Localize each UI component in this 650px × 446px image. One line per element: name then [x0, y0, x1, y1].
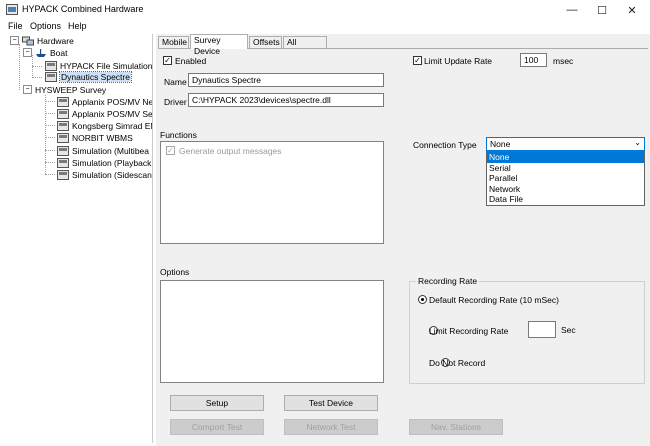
default-recording-rate-radio[interactable] [418, 295, 427, 304]
menu-file[interactable]: File [8, 21, 23, 31]
limit-update-rate-checkbox[interactable]: ✓ [413, 56, 422, 65]
hardware-tree[interactable]: − Hardware − Boat HYPACK File Simulation… [4, 34, 153, 443]
tree-item-hypack-file-simulation[interactable]: HYPACK File Simulation [45, 60, 152, 71]
device-icon [57, 169, 69, 180]
tab-all-offsets[interactable]: All Offsets [283, 36, 327, 58]
dropdown-option-data-file[interactable]: Data File [487, 194, 644, 205]
test-device-button[interactable]: Test Device [284, 395, 378, 411]
tree-item-hysweep[interactable]: Applanix POS/MV Ser [57, 108, 152, 119]
device-icon [57, 157, 69, 168]
nav-stations-button[interactable]: Nav. Stations [409, 419, 503, 435]
tab-content [158, 48, 648, 444]
dropdown-option-serial[interactable]: Serial [487, 163, 644, 174]
setup-button[interactable]: Setup [170, 395, 264, 411]
dropdown-option-parallel[interactable]: Parallel [487, 173, 644, 184]
functions-label: Functions [160, 130, 197, 140]
tab-offsets[interactable]: Offsets [249, 36, 282, 48]
comport-test-button[interactable]: Comport Test [170, 419, 264, 435]
generate-output-checkbox[interactable]: ✓ [166, 146, 175, 155]
connection-type-select[interactable]: None ⌄ [486, 137, 645, 151]
dropdown-option-none[interactable]: None [487, 152, 644, 163]
limit-update-rate-label: Limit Update Rate [424, 56, 493, 66]
tree-item-hysweep[interactable]: Kongsberg Simrad EM [57, 120, 152, 131]
tree-item-hysweep[interactable]: NORBIT WBMS [57, 132, 133, 143]
tree-item-hysweep[interactable]: Simulation (Multibea [57, 145, 149, 156]
do-not-record-label: Do Not Record [429, 358, 486, 368]
limit-recording-rate-label: Limit Recording Rate [429, 326, 509, 336]
device-icon [45, 60, 57, 71]
options-label: Options [160, 267, 190, 277]
recording-rate-label: Recording Rate [416, 276, 480, 286]
options-list[interactable] [160, 280, 384, 383]
tab-survey-device[interactable]: Survey Device [190, 34, 248, 56]
connection-type-value: None [490, 139, 511, 149]
device-icon [57, 132, 69, 143]
msec-label: msec [553, 56, 574, 66]
tree-node-boat[interactable]: − Boat [23, 47, 68, 58]
device-icon [57, 145, 69, 156]
boat-icon [36, 48, 46, 57]
app-icon [6, 4, 18, 15]
device-icon [57, 108, 69, 119]
dropdown-option-network[interactable]: Network [487, 184, 644, 195]
minimize-button[interactable]: — [557, 0, 587, 20]
connection-type-label: Connection Type [413, 140, 477, 150]
functions-list[interactable] [160, 141, 384, 244]
network-test-button[interactable]: Network Test [284, 419, 378, 435]
window-title: HYPACK Combined Hardware [22, 4, 144, 14]
tree-node-hardware[interactable]: − Hardware [10, 35, 74, 46]
name-input[interactable]: Dynautics Spectre [188, 73, 384, 87]
sec-label: Sec [561, 325, 576, 335]
default-recording-rate-label: Default Recording Rate (10 mSec) [429, 295, 559, 305]
collapse-icon[interactable]: − [23, 48, 32, 57]
tree-item-hysweep[interactable]: Simulation (Sidescan) [57, 169, 152, 180]
name-label: Name [164, 77, 187, 87]
hardware-icon [22, 36, 34, 45]
menu-bar [0, 20, 650, 34]
chevron-down-icon[interactable]: ⌄ [634, 138, 641, 147]
menu-options[interactable]: Options [30, 21, 61, 31]
enabled-checkbox[interactable]: ✓ [163, 56, 172, 65]
limit-recording-rate-input[interactable] [528, 321, 556, 338]
close-button[interactable]: ✕ [617, 0, 647, 20]
limit-update-rate-input[interactable]: 100 [520, 53, 547, 67]
tree-item-hysweep[interactable]: Simulation (Playback [57, 157, 151, 168]
tree-item-hysweep[interactable]: Applanix POS/MV Ne [57, 96, 152, 107]
device-icon [45, 71, 57, 82]
enabled-label: Enabled [175, 56, 207, 66]
driver-label: Driver [164, 97, 187, 107]
driver-input[interactable]: C:\HYPACK 2023\devices\spectre.dll [188, 93, 384, 107]
collapse-icon[interactable]: − [10, 36, 19, 45]
maximize-button[interactable]: ☐ [587, 0, 617, 20]
device-icon [57, 96, 69, 107]
connection-type-dropdown: None Serial Parallel Network Data File [486, 151, 645, 206]
collapse-icon[interactable]: − [23, 85, 32, 94]
device-icon [57, 120, 69, 131]
tab-mobile[interactable]: Mobile [158, 36, 189, 48]
tree-item-dynautics-spectre[interactable]: Dynautics Spectre [45, 70, 132, 83]
generate-output-label: Generate output messages [179, 146, 282, 156]
menu-help[interactable]: Help [68, 21, 87, 31]
tree-node-hysweep-survey[interactable]: − HYSWEEP Survey [23, 84, 106, 95]
